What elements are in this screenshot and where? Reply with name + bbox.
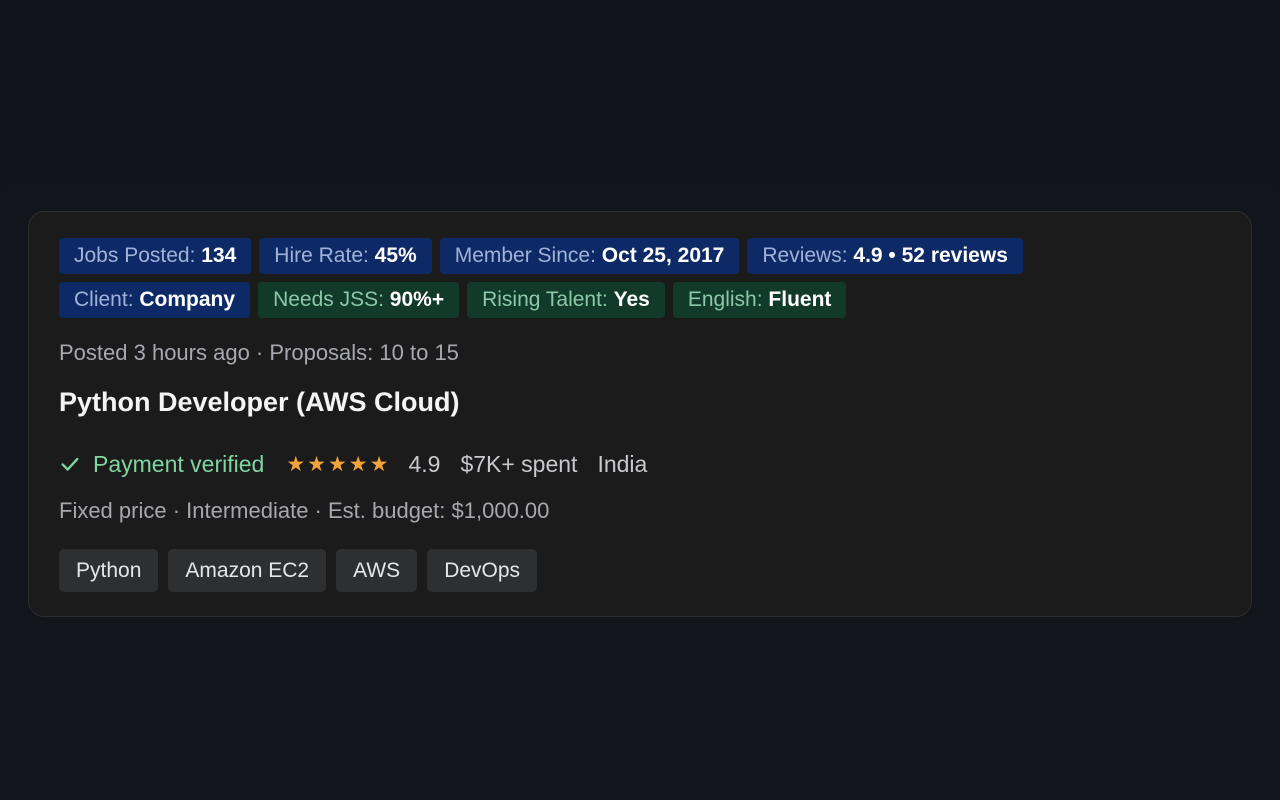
- skill-tag-devops[interactable]: DevOps: [427, 549, 538, 592]
- client-attributes-row: Client: Company Needs JSS: 90%+ Rising T…: [59, 282, 847, 318]
- payment-verified: Payment verified: [93, 450, 265, 477]
- badge-label: Rising Talent:: [482, 288, 608, 311]
- badge-label: Client:: [74, 288, 134, 311]
- rating-value: 4.9: [408, 450, 441, 477]
- badge-label: Hire Rate:: [274, 244, 369, 267]
- client-stats-row: Jobs Posted: 134 Hire Rate: 45% Member S…: [59, 238, 1023, 274]
- skill-tag-amazon-ec2[interactable]: Amazon EC2: [168, 549, 327, 592]
- badge-value: 45%: [374, 244, 417, 267]
- needs-jss-badge: Needs JSS: 90%+: [258, 282, 460, 318]
- skill-tag-aws[interactable]: AWS: [336, 549, 418, 592]
- star-rating-icon: ★★★★★: [286, 452, 391, 476]
- badge-label: Jobs Posted:: [74, 244, 196, 267]
- hire-rate-badge: Hire Rate: 45%: [259, 238, 432, 274]
- job-title[interactable]: Python Developer (AWS Cloud): [59, 387, 460, 418]
- job-meta: Posted 3 hours ago · Proposals: 10 to 15: [59, 340, 459, 365]
- badge-value: 4.9 • 52 reviews: [853, 244, 1008, 267]
- badge-label: Needs JSS:: [273, 288, 384, 311]
- skill-tag-python[interactable]: Python: [59, 549, 159, 592]
- reviews-badge: Reviews: 4.9 • 52 reviews: [747, 238, 1023, 274]
- badge-value: Yes: [613, 288, 650, 311]
- badge-label: Reviews:: [762, 244, 848, 267]
- skill-tags: Python Amazon EC2 AWS DevOps: [59, 549, 538, 592]
- badge-value: Fluent: [768, 288, 832, 311]
- badge-label: Member Since:: [454, 244, 596, 267]
- jobs-posted-badge: Jobs Posted: 134: [59, 238, 252, 274]
- badge-value: Company: [139, 288, 236, 311]
- english-badge: English: Fluent: [672, 282, 847, 318]
- client-type-badge: Client: Company: [59, 282, 251, 318]
- checkmark-icon: [61, 457, 79, 471]
- badge-value: 90%+: [389, 288, 445, 311]
- rising-talent-badge: Rising Talent: Yes: [467, 282, 665, 318]
- client-country: India: [597, 450, 648, 477]
- client-info-row: Payment verified ★★★★★ 4.9 $7K+ spent In…: [59, 448, 647, 480]
- badge-label: English:: [687, 288, 763, 311]
- badge-value: Oct 25, 2017: [601, 244, 725, 267]
- job-details: Fixed price · Intermediate · Est. budget…: [59, 498, 550, 523]
- job-card[interactable]: Jobs Posted: 134 Hire Rate: 45% Member S…: [28, 211, 1252, 617]
- badge-value: 134: [201, 244, 237, 267]
- client-spent: $7K+ spent: [460, 450, 578, 477]
- member-since-badge: Member Since: Oct 25, 2017: [439, 238, 740, 274]
